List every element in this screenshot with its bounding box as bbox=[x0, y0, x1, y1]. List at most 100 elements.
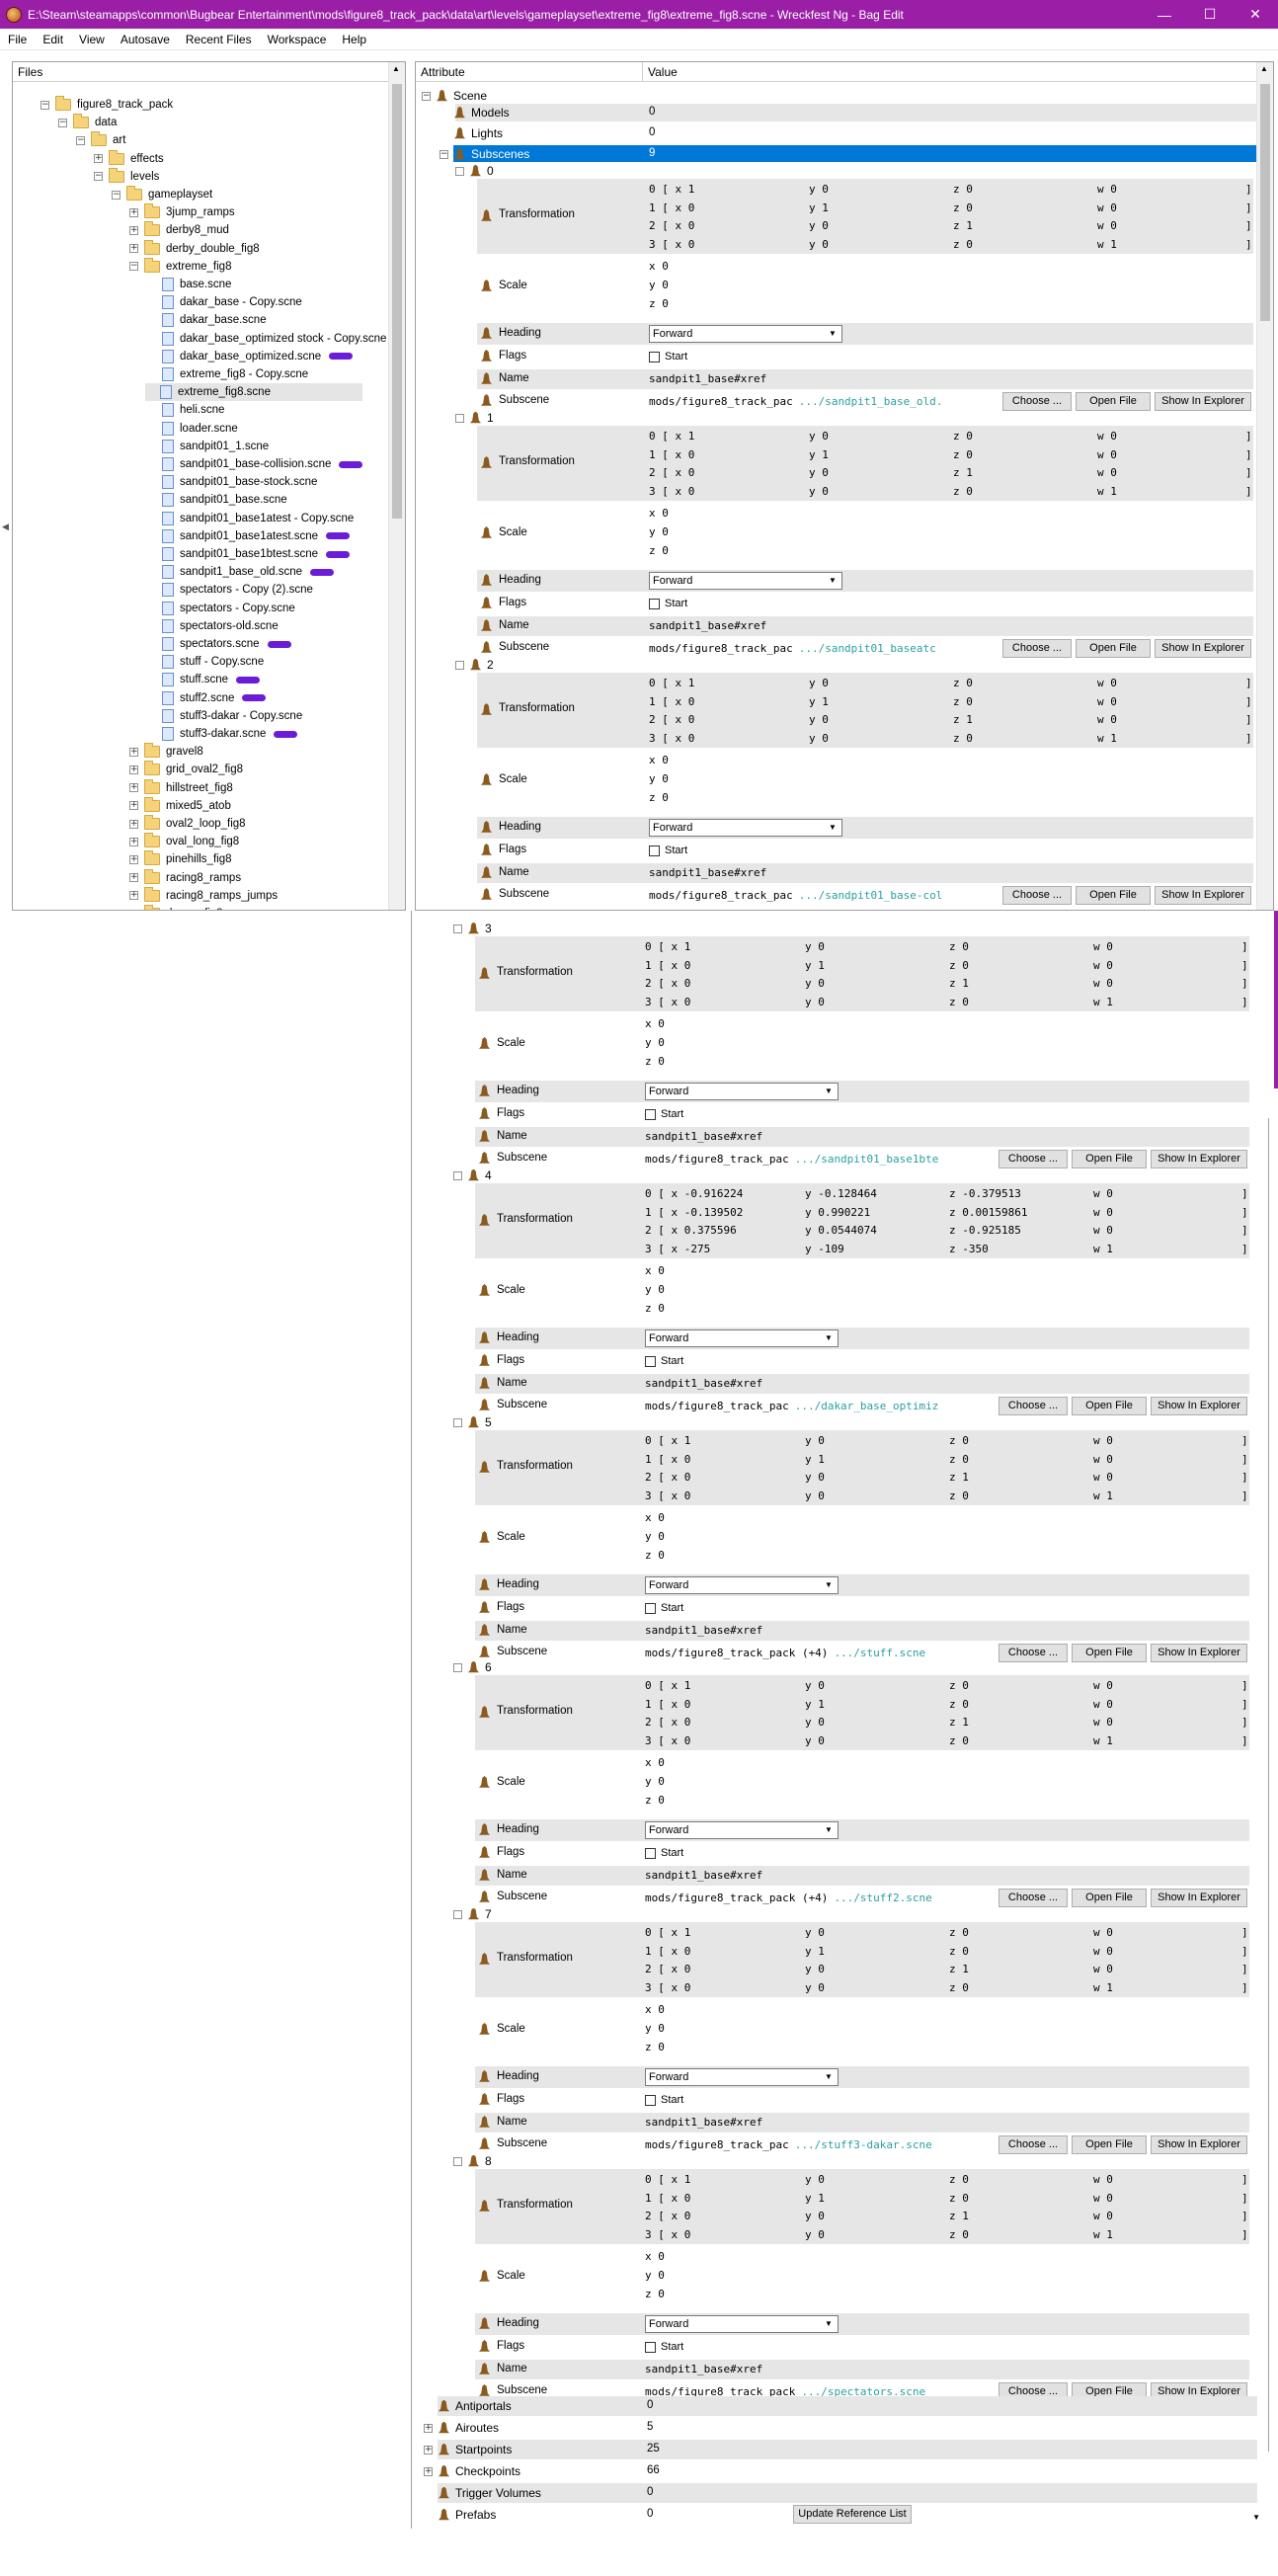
start-checkbox-row[interactable]: Start bbox=[645, 2339, 683, 2355]
tree-file[interactable]: spectators - Copy.scne bbox=[147, 600, 295, 617]
scene-row[interactable]: − Scene bbox=[422, 88, 487, 104]
tree-file[interactable]: base.scne bbox=[147, 276, 231, 293]
tree-folder[interactable]: + hillstreet_fig8 bbox=[129, 778, 233, 797]
heading-dropdown[interactable]: Forward ▼ bbox=[649, 572, 842, 590]
tree-file[interactable]: stuff3-dakar - Copy.scne bbox=[147, 707, 302, 725]
subscene-index-row[interactable]: 2 bbox=[455, 657, 494, 673]
collapse-icon[interactable] bbox=[455, 413, 464, 423]
tree-file[interactable]: sandpit01_base-collision.scne bbox=[147, 455, 363, 473]
subscenes-selected-row[interactable] bbox=[453, 145, 1257, 162]
start-checkbox[interactable] bbox=[645, 2094, 656, 2106]
choose-button[interactable]: Choose ... bbox=[1002, 886, 1072, 905]
tree-file[interactable]: stuff - Copy.scne bbox=[147, 653, 264, 671]
tree-folder[interactable]: + mixed5_atob bbox=[129, 796, 231, 815]
tree-folder[interactable]: − data bbox=[58, 114, 117, 131]
menu-item-autosave[interactable]: Autosave bbox=[113, 33, 178, 46]
open-file-button[interactable]: Open File bbox=[1076, 639, 1151, 658]
expand-icon[interactable]: + bbox=[129, 873, 138, 883]
choose-button[interactable]: Choose ... bbox=[1002, 639, 1072, 658]
tree-file[interactable]: heli.scne bbox=[147, 401, 224, 419]
heading-dropdown[interactable]: Forward ▼ bbox=[645, 2315, 839, 2333]
menu-item-help[interactable]: Help bbox=[334, 33, 374, 46]
tree-folder[interactable]: − art bbox=[76, 131, 125, 149]
expand-icon[interactable]: + bbox=[129, 244, 138, 254]
expand-icon[interactable]: + bbox=[129, 909, 138, 910]
collapse-icon[interactable] bbox=[453, 1662, 462, 1672]
heading-dropdown[interactable]: Forward ▼ bbox=[645, 1821, 839, 1839]
scroll-up-arrow-icon[interactable]: ▲ bbox=[392, 64, 400, 73]
tree-file[interactable]: sandpit1_base_old.scne bbox=[147, 563, 335, 581]
tree-file[interactable]: spectators-old.scne bbox=[147, 617, 279, 635]
attribute-scrollbar[interactable]: ▲ bbox=[1256, 62, 1273, 910]
subscene-index-row[interactable]: 7 bbox=[453, 1906, 492, 1922]
tree-folder[interactable]: + derby8_mud bbox=[129, 221, 229, 239]
subscene-index-row[interactable]: 5 bbox=[453, 1414, 492, 1430]
bottom-row-checkpoints[interactable]: + Checkpoints bbox=[424, 2463, 520, 2479]
lights-row[interactable]: Lights bbox=[439, 125, 503, 141]
expand-icon[interactable]: + bbox=[424, 2445, 433, 2455]
tree-folder[interactable]: + pinehills_fig8 bbox=[129, 850, 232, 868]
expand-icon[interactable]: + bbox=[129, 225, 138, 235]
chevron-down-icon[interactable]: ▼ bbox=[822, 2070, 836, 2084]
tree-file[interactable]: extreme_fig8 - Copy.scne bbox=[147, 365, 308, 383]
start-checkbox-row[interactable]: Start bbox=[645, 1600, 683, 1616]
start-checkbox-row[interactable]: Start bbox=[649, 349, 687, 364]
open-file-button[interactable]: Open File bbox=[1072, 1397, 1147, 1415]
scroll-up-arrow-icon[interactable]: ▲ bbox=[1260, 64, 1268, 73]
start-checkbox[interactable] bbox=[645, 1602, 656, 1614]
subscene-index-row[interactable]: 0 bbox=[455, 163, 494, 179]
update-reference-list-button[interactable]: Update Reference List bbox=[793, 2505, 912, 2524]
tree-file[interactable]: sandpit01_base1btest.scne bbox=[147, 545, 351, 563]
choose-button[interactable]: Choose ... bbox=[998, 1397, 1068, 1415]
chevron-down-icon[interactable]: ▼ bbox=[822, 1578, 836, 1592]
collapse-icon[interactable]: − bbox=[40, 100, 49, 110]
chevron-down-icon[interactable]: ▼ bbox=[826, 574, 839, 588]
minimize-button[interactable]: — bbox=[1142, 0, 1187, 29]
files-scrollbar-thumb[interactable] bbox=[392, 84, 402, 519]
start-checkbox-row[interactable]: Start bbox=[645, 1845, 683, 1861]
start-checkbox-row[interactable]: Start bbox=[649, 843, 687, 858]
tree-file[interactable]: stuff3-dakar.scne bbox=[147, 725, 298, 743]
tree-folder[interactable]: + effects bbox=[94, 149, 164, 168]
menu-item-edit[interactable]: Edit bbox=[35, 33, 71, 46]
expand-icon[interactable]: + bbox=[129, 837, 138, 846]
start-checkbox-row[interactable]: Start bbox=[645, 1106, 683, 1122]
tree-file[interactable]: loader.scne bbox=[147, 420, 238, 438]
heading-dropdown[interactable]: Forward ▼ bbox=[645, 1083, 839, 1100]
expand-icon[interactable]: + bbox=[424, 2466, 433, 2476]
collapse-icon[interactable] bbox=[453, 924, 462, 933]
expand-icon[interactable]: + bbox=[129, 801, 138, 811]
collapse-icon[interactable] bbox=[455, 166, 464, 176]
tree-folder[interactable]: − extreme_fig8 bbox=[129, 257, 231, 276]
bottom-row-antiportals[interactable]: Antiportals bbox=[424, 2398, 512, 2414]
choose-button[interactable]: Choose ... bbox=[998, 1644, 1068, 1662]
open-file-button[interactable]: Open File bbox=[1076, 886, 1151, 905]
tree-folder[interactable]: + derby_double_fig8 bbox=[129, 239, 260, 258]
expand-icon[interactable]: + bbox=[129, 783, 138, 793]
expand-icon[interactable]: + bbox=[129, 765, 138, 774]
expand-icon[interactable]: + bbox=[94, 154, 103, 164]
bottom-row-airoutes[interactable]: + Airoutes bbox=[424, 2420, 499, 2436]
attribute-column-header[interactable]: Attribute bbox=[416, 62, 643, 82]
tree-file[interactable]: sandpit01_base-stock.scne bbox=[147, 473, 317, 491]
expand-icon[interactable]: + bbox=[129, 747, 138, 757]
tree-folder[interactable]: + grid_oval2_fig8 bbox=[129, 761, 243, 778]
heading-dropdown[interactable]: Forward ▼ bbox=[649, 325, 842, 343]
chevron-down-icon[interactable]: ▼ bbox=[822, 2317, 836, 2331]
collapse-icon[interactable]: − bbox=[94, 172, 103, 182]
tree-file[interactable]: extreme_fig8.scne bbox=[145, 383, 362, 402]
menu-item-recent-files[interactable]: Recent Files bbox=[178, 33, 260, 46]
tree-folder[interactable]: + gravel8 bbox=[129, 743, 203, 761]
expand-icon[interactable]: + bbox=[129, 854, 138, 864]
scroll-down-arrow-icon[interactable]: ▼ bbox=[1252, 2513, 1260, 2522]
start-checkbox[interactable] bbox=[645, 2341, 656, 2353]
tree-file[interactable]: dakar_base - Copy.scne bbox=[147, 293, 302, 311]
tree-file[interactable]: spectators - Copy (2).scne bbox=[147, 581, 313, 599]
tree-file[interactable]: sandpit01_1.scne bbox=[147, 438, 269, 455]
collapse-icon[interactable]: − bbox=[58, 118, 67, 127]
choose-button[interactable]: Choose ... bbox=[998, 1150, 1068, 1168]
show-in-explorer-button[interactable]: Show In Explorer bbox=[1155, 639, 1251, 658]
start-checkbox[interactable] bbox=[649, 351, 660, 362]
tree-file[interactable]: sandpit01_base1atest - Copy.scne bbox=[147, 510, 354, 527]
choose-button[interactable]: Choose ... bbox=[998, 2135, 1068, 2154]
